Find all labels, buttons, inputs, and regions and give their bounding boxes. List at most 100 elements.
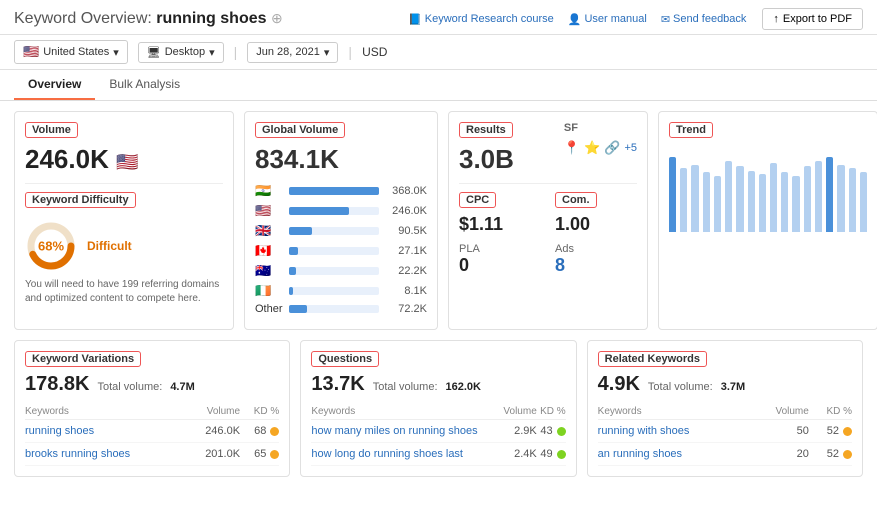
bar-outer — [289, 227, 379, 235]
volume-kd-card: Volume 246.0K 🇺🇸 Keyword Difficulty 68% … — [14, 111, 234, 330]
trend-bar — [837, 165, 844, 233]
kd-cell: 43 — [537, 420, 566, 443]
date-filter[interactable]: Jun 28, 2021 ▾ — [247, 42, 338, 63]
keyword-course-link[interactable]: 📘 Keyword Research course — [408, 13, 554, 26]
country-flag-icon: 🇬🇧 — [255, 223, 283, 239]
bar-row: 🇮🇳 368.0K — [255, 183, 427, 199]
related-kw-table: Keywords Volume KD % running with shoes … — [598, 404, 852, 466]
bar-inner — [289, 207, 349, 215]
title-prefix: Keyword Overview: — [14, 10, 152, 27]
trend-bar — [691, 165, 698, 233]
bar-outer — [289, 207, 379, 215]
cpc-label: CPC — [459, 192, 496, 208]
trend-bar — [770, 163, 777, 232]
col-keywords-q: Keywords — [311, 404, 499, 420]
trend-bars — [669, 152, 867, 232]
country-filter[interactable]: 🇺🇸 United States ▾ — [14, 40, 128, 64]
results-section: Results 3.0B — [459, 122, 514, 175]
sf-plus[interactable]: +5 — [624, 142, 637, 154]
questions-label: Questions — [311, 351, 379, 367]
send-feedback-link[interactable]: ✉ Send feedback — [661, 13, 747, 26]
country-flag: 🇺🇸 — [23, 44, 39, 60]
kw-variations-total-value: 4.7M — [170, 381, 194, 393]
tab-bulk-analysis[interactable]: Bulk Analysis — [95, 70, 194, 100]
kd-percent: 68% — [38, 239, 64, 254]
bar-row: 🇬🇧 90.5K — [255, 223, 427, 239]
bottom-grid: Keyword Variations 178.8K Total volume: … — [0, 340, 877, 491]
trend-bar — [781, 172, 788, 232]
country-flag-icon: 🇮🇪 — [255, 283, 283, 299]
bar-inner — [289, 287, 293, 295]
bar-outer — [289, 287, 379, 295]
bar-outer — [289, 247, 379, 255]
trend-bar — [860, 172, 867, 232]
kd-number: 65 — [254, 448, 266, 460]
kd-dot — [270, 427, 279, 436]
bar-outer — [289, 267, 379, 275]
kw-link[interactable]: an running shoes — [598, 448, 682, 460]
kd-number: 52 — [827, 448, 839, 460]
upload-icon: ↑ — [773, 13, 779, 25]
trend-bar — [849, 168, 856, 232]
kd-dot — [557, 450, 566, 459]
kw-link[interactable]: how long do running shoes last — [311, 448, 463, 460]
trend-label: Trend — [669, 122, 713, 138]
volume-value: 246.0K 🇺🇸 — [25, 144, 223, 175]
kd-dot — [843, 427, 852, 436]
global-volume-label: Global Volume — [255, 122, 345, 138]
trend-bar — [714, 176, 721, 232]
kd-cell: 65 — [240, 443, 279, 466]
trend-bar — [669, 157, 676, 232]
results-label: Results — [459, 122, 513, 138]
col-volume-q: Volume — [499, 404, 537, 420]
bar-value: 368.0K — [385, 185, 427, 197]
other-row: Other 72.2K — [255, 303, 427, 315]
trend-bar — [748, 171, 755, 233]
related-kw-header: 4.9K Total volume: 3.7M — [598, 373, 852, 396]
top-links: 📘 Keyword Research course 👤 User manual … — [408, 13, 746, 26]
kw-cell: how many miles on running shoes — [311, 420, 499, 443]
other-value: 72.2K — [385, 303, 427, 315]
trend-bar — [804, 166, 811, 232]
trend-bar — [759, 174, 766, 233]
kd-cell: 52 — [809, 443, 852, 466]
bar-inner — [289, 227, 312, 235]
ads-label: Ads — [555, 243, 637, 255]
vol-cell: 2.4K — [499, 443, 537, 466]
pla-ads-row: PLA 0 Ads 8 — [459, 243, 637, 276]
kd-dot — [557, 427, 566, 436]
kw-cell: running shoes — [25, 420, 187, 443]
kw-variations-header: 178.8K Total volume: 4.7M — [25, 373, 279, 396]
device-label: Desktop — [165, 46, 205, 58]
kw-link[interactable]: running with shoes — [598, 425, 690, 437]
device-filter[interactable]: 🖥 Desktop ▾ — [138, 42, 224, 63]
kw-variations-label: Keyword Variations — [25, 351, 141, 367]
volume-flag: 🇺🇸 — [116, 152, 138, 172]
trend-card: Trend — [658, 111, 877, 330]
kw-link[interactable]: running shoes — [25, 425, 94, 437]
kd-cell: 49 — [537, 443, 566, 466]
cpc-box: CPC $1.11 — [459, 192, 541, 235]
tabs: Overview Bulk Analysis — [0, 70, 877, 101]
kw-link[interactable]: how many miles on running shoes — [311, 425, 477, 437]
country-flag-icon: 🇨🇦 — [255, 243, 283, 259]
other-label: Other — [255, 303, 283, 315]
kw-link[interactable]: brooks running shoes — [25, 448, 130, 460]
user-icon: 👤 — [568, 13, 582, 26]
kd-row: 68% Difficult — [25, 220, 223, 272]
kd-number: 49 — [540, 448, 552, 460]
col-volume: Volume — [187, 404, 241, 420]
tab-overview[interactable]: Overview — [14, 70, 95, 100]
link-icon: 🔗 — [604, 140, 620, 156]
export-pdf-button[interactable]: ↑ Export to PDF — [762, 8, 863, 30]
user-manual-link[interactable]: 👤 User manual — [568, 13, 647, 26]
col-keywords-r: Keywords — [598, 404, 753, 420]
kd-number: 68 — [254, 425, 266, 437]
bar-inner — [289, 187, 379, 195]
related-kw-total-value: 3.7M — [721, 381, 745, 393]
global-volume-value: 834.1K — [255, 144, 427, 175]
other-bar-inner — [289, 305, 307, 313]
add-keyword-icon[interactable]: ⊕ — [271, 10, 283, 26]
kw-variations-table: Keywords Volume KD % running shoes 246.0… — [25, 404, 279, 466]
kd-number: 52 — [827, 425, 839, 437]
